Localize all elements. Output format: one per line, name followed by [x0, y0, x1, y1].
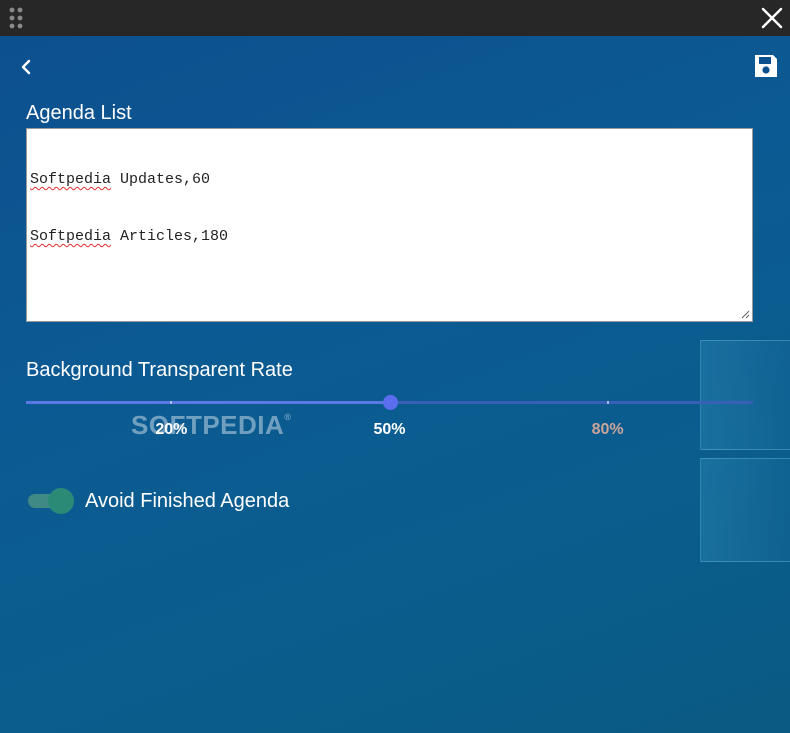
avoid-finished-label: Avoid Finished Agenda: [85, 490, 290, 512]
agenda-line: Softpedia Updates,60: [30, 170, 749, 189]
agenda-line-text: Updates,60: [111, 171, 211, 188]
agenda-list-textarea[interactable]: Softpedia Updates,60 Softpedia Articles,…: [26, 128, 753, 322]
slider-tick-20: [170, 401, 173, 404]
background-rate-title: Background Transparent Rate: [26, 359, 293, 381]
slider-mark-20[interactable]: 20%: [155, 420, 187, 440]
agenda-list-title: Agenda List: [26, 102, 132, 124]
spellcheck-word: Softpedia: [30, 171, 112, 188]
toggle-knob: [48, 488, 74, 514]
drag-dots-icon[interactable]: [9, 7, 25, 29]
agenda-line: Softpedia Articles,180: [30, 227, 749, 246]
agenda-line-text: Articles,180: [111, 228, 229, 245]
slider-thumb[interactable]: [382, 395, 398, 410]
slider-tick-80: [606, 401, 609, 404]
back-button[interactable]: [14, 54, 40, 80]
windows-logo-decoration: [700, 340, 790, 570]
save-button[interactable]: [752, 52, 780, 80]
spellcheck-word: Softpedia: [30, 228, 112, 245]
slider-fill: [26, 401, 390, 404]
slider-mark-50[interactable]: 50%: [373, 420, 405, 440]
resize-grip-icon[interactable]: [741, 310, 750, 319]
close-icon[interactable]: [757, 3, 787, 33]
title-bar[interactable]: [0, 0, 790, 36]
avoid-finished-toggle[interactable]: [26, 487, 76, 515]
app-window: Agenda List Softpedia Updates,60 Softped…: [0, 0, 790, 733]
slider-mark-80[interactable]: 80%: [592, 420, 624, 440]
